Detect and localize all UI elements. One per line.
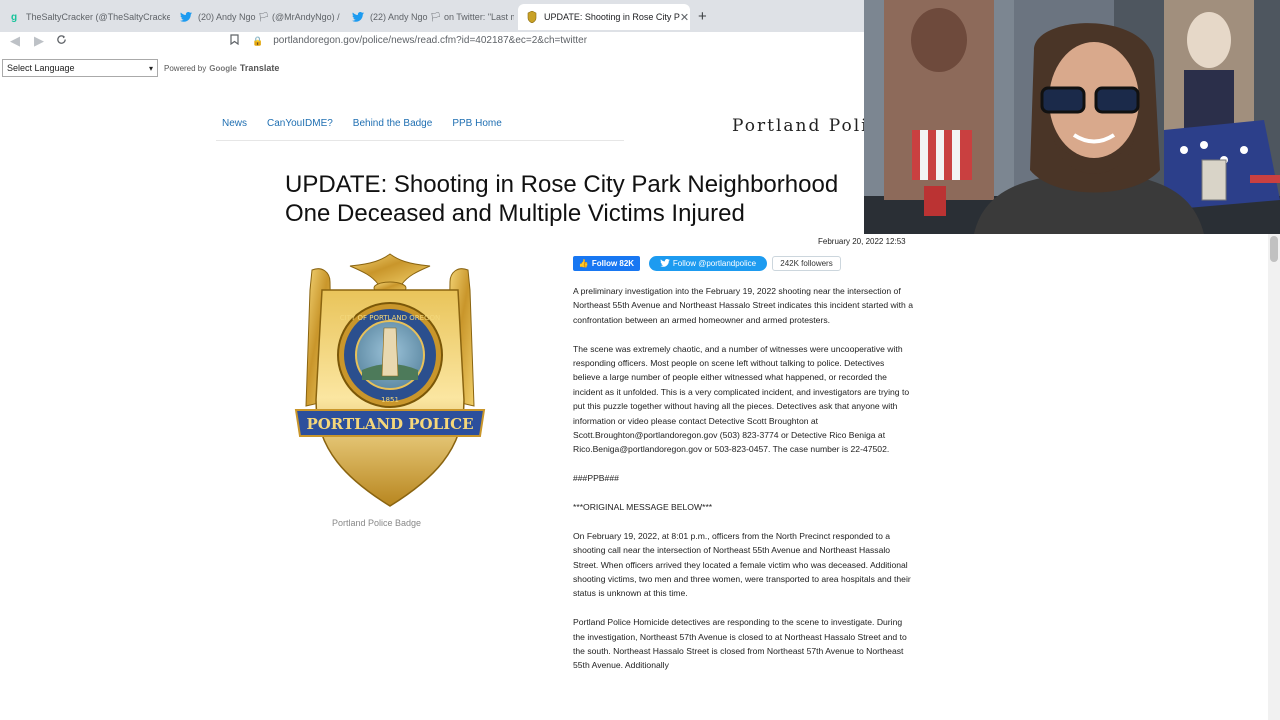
reload-icon[interactable] xyxy=(56,32,67,50)
tab-saltycracker[interactable]: g TheSaltyCracker (@TheSaltyCracker) xyxy=(8,4,170,30)
tab-title: TheSaltyCracker (@TheSaltyCracker) xyxy=(26,12,170,22)
portland-police-badge-image: CITY OF PORTLAND OREGON 1851 PORTLAND PO… xyxy=(292,250,488,512)
facebook-follow-button[interactable]: 👍 Follow 82K xyxy=(573,256,640,271)
language-select[interactable]: Select Language ▾ xyxy=(2,59,158,77)
language-select-value: Select Language xyxy=(7,63,75,73)
new-tab-button[interactable]: + xyxy=(698,8,707,25)
address-bar[interactable]: 🔒 portlandoregon.gov/police/news/read.cf… xyxy=(252,32,587,50)
google-logo: Google xyxy=(209,63,237,73)
twitter-follow-label: Follow @portlandpolice xyxy=(672,259,757,268)
nav-link-news[interactable]: News xyxy=(222,118,247,129)
twitter-icon xyxy=(352,11,364,23)
tab-title: UPDATE: Shooting in Rose City P xyxy=(544,12,680,22)
twitter-icon xyxy=(660,258,670,269)
twitter-follow-button[interactable]: Follow @portlandpolice xyxy=(649,256,767,271)
close-tab-icon[interactable]: ✕ xyxy=(680,11,689,24)
webcam-overlay xyxy=(864,0,1280,234)
nav-link-ppb-home[interactable]: PPB Home xyxy=(452,118,501,129)
article-paragraph: Portland Police Homicide detectives are … xyxy=(573,617,907,671)
site-brand[interactable]: Portland Police xyxy=(732,116,864,136)
grammarly-icon: g xyxy=(10,11,18,23)
tab-andy-ngo-tweet[interactable]: (22) Andy Ngo 🏳 on Twitter: "Last m xyxy=(352,4,514,30)
url-text: portlandoregon.gov/police/news/read.cfm?… xyxy=(273,35,588,46)
forward-arrow-icon[interactable]: ▶ xyxy=(34,32,44,50)
google-translate-widget: Select Language ▾ Powered by Google Tran… xyxy=(0,58,279,78)
tab-andy-ngo-profile[interactable]: (20) Andy Ngo 🏳 (@MrAndyNgo) / xyxy=(180,4,342,30)
nav-link-canyouidme[interactable]: CanYouIDME? xyxy=(267,118,333,129)
page-title-line-1: UPDATE: Shooting in Rose City Park Neigh… xyxy=(285,171,839,198)
facebook-like-icon: 👍 xyxy=(578,259,589,268)
article-paragraph: The scene was extremely chaotic, and a n… xyxy=(573,343,910,455)
article-paragraph: A preliminary investigation into the Feb… xyxy=(573,286,913,325)
powered-by-google: Powered by Google Translate xyxy=(164,63,279,73)
article-paragraph: On February 19, 2022, at 8:01 p.m., offi… xyxy=(573,530,911,599)
tab-ppb-news-active[interactable]: UPDATE: Shooting in Rose City P ✕ xyxy=(518,4,690,30)
article-body: A preliminary investigation into the Feb… xyxy=(573,284,913,687)
chevron-down-icon: ▾ xyxy=(148,63,153,73)
article-paragraph: ###PPB### xyxy=(573,473,619,484)
publish-date: February 20, 2022 12:53 xyxy=(818,237,906,246)
site-navigation: News CanYouIDME? Behind the Badge PPB Ho… xyxy=(222,118,502,129)
tab-title: (20) Andy Ngo 🏳 (@MrAndyNgo) / xyxy=(198,11,340,22)
lock-icon: 🔒 xyxy=(252,36,264,46)
article-paragraph: ***ORIGINAL MESSAGE BELOW*** xyxy=(573,502,713,513)
nav-link-behind-the-badge[interactable]: Behind the Badge xyxy=(353,118,433,129)
bookmark-icon[interactable] xyxy=(230,32,239,50)
translate-link[interactable]: Translate xyxy=(240,63,280,73)
page-title-line-2: One Deceased and Multiple Victims Injure… xyxy=(285,200,745,227)
back-arrow-icon[interactable]: ◀ xyxy=(10,32,20,50)
badge-caption: Portland Police Badge xyxy=(332,518,422,528)
facebook-follow-label: Follow 82K xyxy=(591,259,635,268)
powered-by-label: Powered by xyxy=(164,63,207,73)
badge-banner-text: PORTLAND POLICE xyxy=(306,415,473,433)
badge-seal-text: CITY OF PORTLAND OREGON xyxy=(340,314,441,322)
badge-year-text: 1851 xyxy=(381,396,399,404)
page-scrollbar[interactable] xyxy=(1268,234,1280,720)
nav-divider xyxy=(216,140,624,141)
twitter-icon xyxy=(180,11,192,23)
browser-toolbar: ◀ ▶ 🔒 portlandoregon.gov/police/news/rea… xyxy=(0,32,864,50)
page-title: UPDATE: Shooting in Rose City Park Neigh… xyxy=(285,170,864,230)
tab-title: (22) Andy Ngo 🏳 on Twitter: "Last m xyxy=(370,11,514,22)
ppb-icon xyxy=(526,11,538,23)
twitter-follower-count[interactable]: 242K followers xyxy=(772,256,841,271)
scrollbar-thumb[interactable] xyxy=(1270,236,1278,262)
tab-strip: g TheSaltyCracker (@TheSaltyCracker) (20… xyxy=(0,0,864,32)
